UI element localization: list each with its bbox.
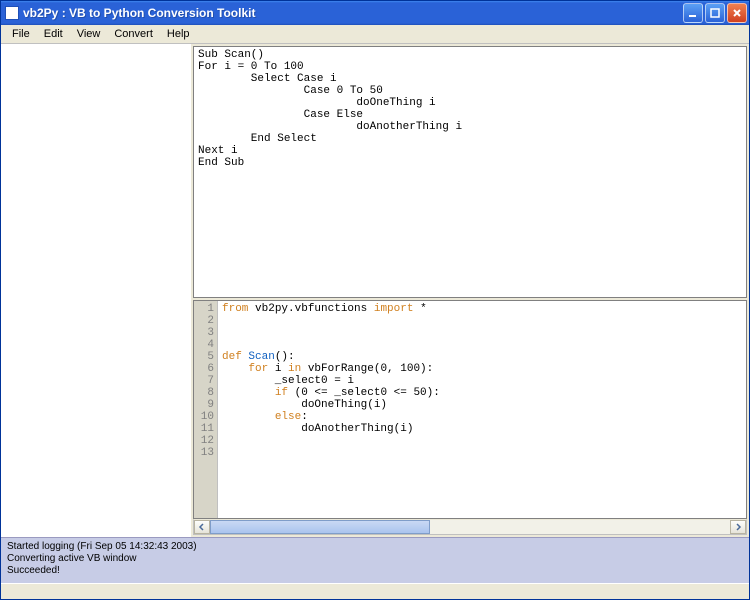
- line-number: 1: [194, 303, 214, 315]
- code-line: for i in vbForRange(0, 100):: [222, 363, 742, 375]
- line-number: 9: [194, 399, 214, 411]
- app-icon: [5, 6, 19, 20]
- statusbar: [1, 583, 749, 599]
- log-line: Succeeded!: [7, 565, 743, 577]
- code-line: [222, 435, 742, 447]
- scrollbar-track[interactable]: [210, 520, 730, 534]
- code-line: def Scan():: [222, 351, 742, 363]
- code-line: from vb2py.vbfunctions import *: [222, 303, 742, 315]
- code-line: if (0 <= _select0 <= 50):: [222, 387, 742, 399]
- code-line: _select0 = i: [222, 375, 742, 387]
- line-number: 5: [194, 351, 214, 363]
- code-line: [222, 315, 742, 327]
- line-number: 10: [194, 411, 214, 423]
- close-button[interactable]: [727, 3, 747, 23]
- line-number: 2: [194, 315, 214, 327]
- code-line: doAnotherThing(i): [222, 423, 742, 435]
- code-line: else:: [222, 411, 742, 423]
- code-line: doOneThing(i): [222, 399, 742, 411]
- line-number-gutter: 12345678910111213: [194, 301, 218, 518]
- scrollbar-thumb[interactable]: [210, 520, 430, 534]
- horizontal-scrollbar[interactable]: [193, 519, 747, 535]
- vb-source-editor[interactable]: Sub Scan() For i = 0 To 100 Select Case …: [193, 46, 747, 298]
- code-line: [222, 339, 742, 351]
- menu-edit[interactable]: Edit: [37, 26, 70, 42]
- python-code-area[interactable]: from vb2py.vbfunctions import * def Scan…: [218, 301, 746, 518]
- menu-file[interactable]: File: [5, 26, 37, 42]
- log-line: Converting active VB window: [7, 553, 743, 565]
- line-number: 3: [194, 327, 214, 339]
- line-number: 12: [194, 435, 214, 447]
- maximize-button[interactable]: [705, 3, 725, 23]
- python-output-pane: 12345678910111213 from vb2py.vbfunctions…: [193, 300, 747, 535]
- line-number: 7: [194, 375, 214, 387]
- left-pane[interactable]: [1, 44, 191, 537]
- window-controls: [683, 3, 747, 23]
- client-area: Sub Scan() For i = 0 To 100 Select Case …: [1, 44, 749, 537]
- line-number: 4: [194, 339, 214, 351]
- line-number: 8: [194, 387, 214, 399]
- minimize-button[interactable]: [683, 3, 703, 23]
- code-line: [222, 327, 742, 339]
- menubar: File Edit View Convert Help: [1, 25, 749, 44]
- log-panel[interactable]: Started logging (Fri Sep 05 14:32:43 200…: [1, 537, 749, 583]
- menu-help[interactable]: Help: [160, 26, 197, 42]
- scroll-right-button[interactable]: [730, 520, 746, 534]
- right-pane: Sub Scan() For i = 0 To 100 Select Case …: [191, 44, 749, 537]
- line-number: 11: [194, 423, 214, 435]
- menu-view[interactable]: View: [70, 26, 108, 42]
- line-number: 13: [194, 447, 214, 459]
- code-line: [222, 447, 742, 459]
- line-number: 6: [194, 363, 214, 375]
- scroll-left-button[interactable]: [194, 520, 210, 534]
- app-window: vb2Py : VB to Python Conversion Toolkit …: [0, 0, 750, 600]
- log-line: Started logging (Fri Sep 05 14:32:43 200…: [7, 541, 743, 553]
- window-title: vb2Py : VB to Python Conversion Toolkit: [23, 6, 683, 20]
- titlebar[interactable]: vb2Py : VB to Python Conversion Toolkit: [1, 1, 749, 25]
- menu-convert[interactable]: Convert: [107, 26, 160, 42]
- python-source-editor[interactable]: 12345678910111213 from vb2py.vbfunctions…: [193, 300, 747, 519]
